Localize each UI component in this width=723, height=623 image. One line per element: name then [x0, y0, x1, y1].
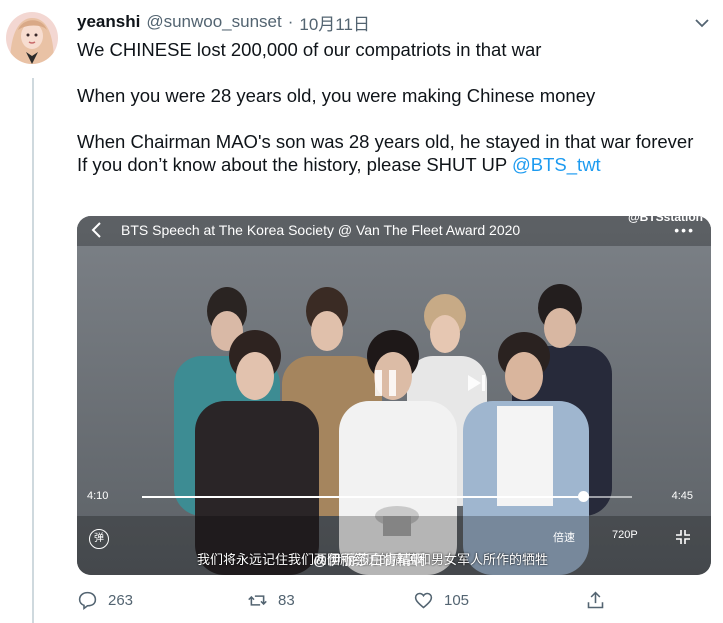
progress-handle[interactable]	[578, 491, 589, 502]
mention-link[interactable]: @BTS_twt	[512, 154, 601, 175]
tweet-text: We CHINESE lost 200,000 of our compatrio…	[77, 38, 697, 176]
thread-line	[32, 78, 34, 623]
avatar-image	[6, 12, 58, 64]
like-count: 105	[444, 592, 470, 609]
like-button[interactable]: 105	[413, 590, 469, 611]
weibo-watermark: @伊丽莎白肯精啊	[313, 552, 426, 568]
share-icon	[587, 591, 604, 609]
video-menu-icon[interactable]: •••	[674, 222, 695, 238]
pause-icon[interactable]	[373, 368, 399, 398]
exit-fullscreen-icon[interactable]	[675, 529, 691, 545]
reply-count: 263	[108, 592, 134, 609]
progress-bar[interactable]	[142, 491, 632, 502]
speed-button[interactable]: 倍速	[553, 529, 575, 545]
video-title: BTS Speech at The Korea Society @ Van Th…	[121, 222, 521, 238]
back-arrow-icon[interactable]	[89, 220, 105, 240]
heart-icon	[414, 592, 433, 609]
tweet-header: yeanshi @sunwoo_sunset · 10月11日	[77, 10, 370, 35]
tweet-date[interactable]: 10月11日	[299, 10, 370, 35]
tweet-line-with-mention: If you don’t know about the history, ple…	[77, 153, 697, 176]
display-name[interactable]: yeanshi	[77, 12, 140, 32]
next-icon[interactable]	[466, 373, 488, 393]
retweet-count: 83	[278, 592, 295, 609]
tweet-line: We CHINESE lost 200,000 of our compatrio…	[77, 39, 542, 60]
retweet-icon	[248, 595, 267, 606]
progress-fill	[142, 496, 583, 498]
share-button[interactable]	[585, 590, 606, 611]
tweet-line: When you were 28 years old, you were mak…	[77, 85, 596, 106]
current-time: 4:10	[87, 490, 109, 502]
video-player[interactable]: BTS Speech at The Korea Society @ Van Th…	[77, 216, 711, 575]
quality-button[interactable]: 720P	[612, 529, 638, 541]
danmu-toggle-icon[interactable]: 弹	[89, 529, 109, 549]
user-handle[interactable]: @sunwoo_sunset	[146, 12, 281, 32]
avatar[interactable]	[6, 12, 58, 64]
tweet-line: If you don’t know about the history, ple…	[77, 154, 512, 175]
separator-dot: ·	[287, 12, 294, 31]
tweet-line: When Chairman MAO's son was 28 years old…	[77, 131, 694, 152]
retweet-button[interactable]: 83	[247, 590, 295, 611]
reply-icon	[78, 591, 97, 610]
more-options-icon[interactable]	[693, 14, 711, 32]
tweet-actions: 263 83 105	[77, 590, 617, 612]
reply-button[interactable]: 263	[77, 590, 133, 611]
duration: 4:45	[671, 490, 693, 502]
